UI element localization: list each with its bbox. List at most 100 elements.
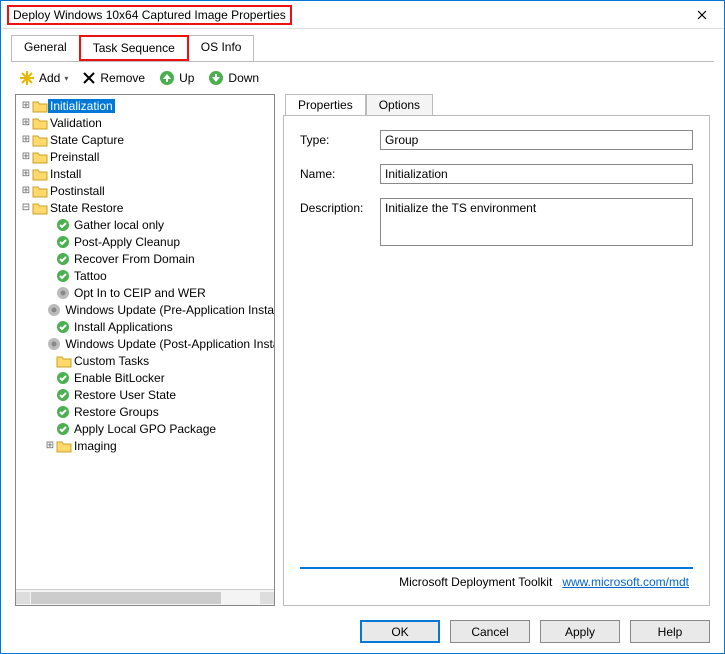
folder-icon — [32, 167, 48, 181]
tree-item[interactable]: ·Post-Apply Cleanup — [16, 233, 274, 250]
remove-button[interactable]: Remove — [78, 69, 149, 87]
expand-toggle[interactable]: ⊞ — [20, 185, 32, 196]
tab-task-sequence[interactable]: Task Sequence — [79, 35, 189, 61]
name-label: Name: — [300, 164, 380, 181]
type-label: Type: — [300, 130, 380, 147]
tree-item[interactable]: ⊟ State Restore — [16, 199, 274, 216]
tree-item[interactable]: ·Restore User State — [16, 386, 274, 403]
tree-pane: ⊞ Initialization ⊞ Validation ⊞ State Capture… — [15, 94, 275, 606]
tree-item[interactable]: ⊞Postinstall — [16, 182, 274, 199]
expand-toggle[interactable]: ⊟ — [20, 202, 32, 213]
expand-toggle: · — [44, 219, 56, 230]
disabled-icon — [47, 337, 63, 351]
close-button[interactable] — [682, 3, 722, 27]
expand-toggle[interactable]: ⊞ — [20, 134, 32, 145]
mdt-link[interactable]: www.microsoft.com/mdt — [562, 575, 689, 589]
toolbar: Add ▾ Remove Up Down — [11, 62, 714, 94]
outer-tabstrip: General Task Sequence OS Info — [1, 29, 724, 61]
tree-item-label: Validation — [48, 116, 104, 130]
type-value: Group — [380, 130, 693, 150]
check-icon — [56, 422, 72, 436]
tree-item-label: Tattoo — [72, 269, 109, 283]
tree-item[interactable]: ·Enable BitLocker — [16, 369, 274, 386]
expand-toggle[interactable]: ⊞ — [20, 151, 32, 162]
tab-os-info[interactable]: OS Info — [188, 35, 255, 61]
tree-item-label: Apply Local GPO Package — [72, 422, 218, 436]
tree-item-label: Gather local only — [72, 218, 166, 232]
name-field[interactable] — [380, 164, 693, 184]
help-button[interactable]: Help — [630, 620, 710, 643]
check-icon — [56, 252, 72, 266]
inner-tabstrip: Properties Options — [283, 94, 710, 115]
tree-item[interactable]: ⊞Install — [16, 165, 274, 182]
cancel-button[interactable]: Cancel — [450, 620, 530, 643]
tree-item[interactable]: · Tattoo — [16, 267, 274, 284]
dialog-window: Deploy Windows 10x64 Captured Image Prop… — [0, 0, 725, 654]
tree-item[interactable]: ·Restore Groups — [16, 403, 274, 420]
tree-item[interactable]: · Apply Local GPO Package — [16, 420, 274, 437]
tree-item[interactable]: · Gather local only — [16, 216, 274, 233]
tree-item-label: Preinstall — [48, 150, 101, 164]
tree-item[interactable]: ·Recover From Domain — [16, 250, 274, 267]
dialog-buttons: OK Cancel Apply Help — [1, 610, 724, 653]
up-label: Up — [179, 71, 194, 85]
add-button[interactable]: Add ▾ — [15, 68, 72, 88]
folder-icon — [56, 354, 72, 368]
titlebar: Deploy Windows 10x64 Captured Image Prop… — [1, 1, 724, 29]
expand-toggle: · — [44, 287, 56, 298]
task-tree[interactable]: ⊞ Initialization ⊞ Validation ⊞ State Capture… — [16, 95, 274, 589]
tree-item[interactable]: ⊞ Validation — [16, 114, 274, 131]
tree-item-label: State Capture — [48, 133, 126, 147]
disabled-icon — [47, 303, 63, 317]
tab-options[interactable]: Options — [366, 94, 433, 115]
tree-item[interactable]: ⊞ Initialization — [16, 97, 274, 114]
expand-toggle: · — [44, 423, 56, 434]
description-field[interactable] — [380, 198, 693, 246]
expand-toggle: · — [44, 389, 56, 400]
tab-general[interactable]: General — [11, 35, 80, 61]
horizontal-scrollbar[interactable] — [16, 589, 274, 605]
expand-toggle: · — [44, 406, 56, 417]
tree-item[interactable]: ·Custom Tasks — [16, 352, 274, 369]
footer-bar: Microsoft Deployment Toolkit www.microso… — [300, 567, 693, 591]
expand-toggle: · — [44, 236, 56, 247]
expand-toggle: · — [44, 253, 56, 264]
folder-icon — [32, 133, 48, 147]
tree-item[interactable]: ⊞ Preinstall — [16, 148, 274, 165]
expand-toggle: · — [44, 372, 56, 383]
tree-item-label: Imaging — [72, 439, 119, 453]
expand-toggle: · — [44, 270, 56, 281]
tree-item-label: State Restore — [48, 201, 125, 215]
check-icon — [56, 371, 72, 385]
down-button[interactable]: Down — [204, 68, 263, 88]
tree-item-label: Opt In to CEIP and WER — [72, 286, 208, 300]
folder-icon — [32, 150, 48, 164]
tree-item[interactable]: ·Install Applications — [16, 318, 274, 335]
expand-toggle[interactable]: ⊞ — [20, 168, 32, 179]
dropdown-icon: ▾ — [64, 74, 68, 83]
check-icon — [56, 235, 72, 249]
tree-item-label: Windows Update (Post-Application Install — [63, 337, 274, 351]
tab-body: Add ▾ Remove Up Down ⊞ Initialization ⊞ Val… — [11, 61, 714, 610]
tree-item[interactable]: ⊞ Imaging — [16, 437, 274, 454]
check-icon — [56, 405, 72, 419]
apply-button[interactable]: Apply — [540, 620, 620, 643]
tree-item[interactable]: ⊞ State Capture — [16, 131, 274, 148]
up-button[interactable]: Up — [155, 68, 198, 88]
check-icon — [56, 218, 72, 232]
expand-toggle[interactable]: ⊞ — [20, 100, 32, 111]
check-icon — [56, 320, 72, 334]
tree-item[interactable]: ·Windows Update (Pre-Application Install… — [16, 301, 274, 318]
tree-item-label: Initialization — [48, 99, 115, 113]
disabled-icon — [56, 286, 72, 300]
tree-item[interactable]: · Opt In to CEIP and WER — [16, 284, 274, 301]
ok-button[interactable]: OK — [360, 620, 440, 643]
expand-toggle[interactable]: ⊞ — [44, 440, 56, 451]
expand-toggle[interactable]: ⊞ — [20, 117, 32, 128]
tree-item[interactable]: ·Windows Update (Post-Application Instal… — [16, 335, 274, 352]
tab-properties[interactable]: Properties — [285, 94, 366, 115]
brand-text: Microsoft Deployment Toolkit — [399, 575, 552, 589]
tree-item-label: Custom Tasks — [72, 354, 151, 368]
check-icon — [56, 388, 72, 402]
folder-icon — [32, 116, 48, 130]
